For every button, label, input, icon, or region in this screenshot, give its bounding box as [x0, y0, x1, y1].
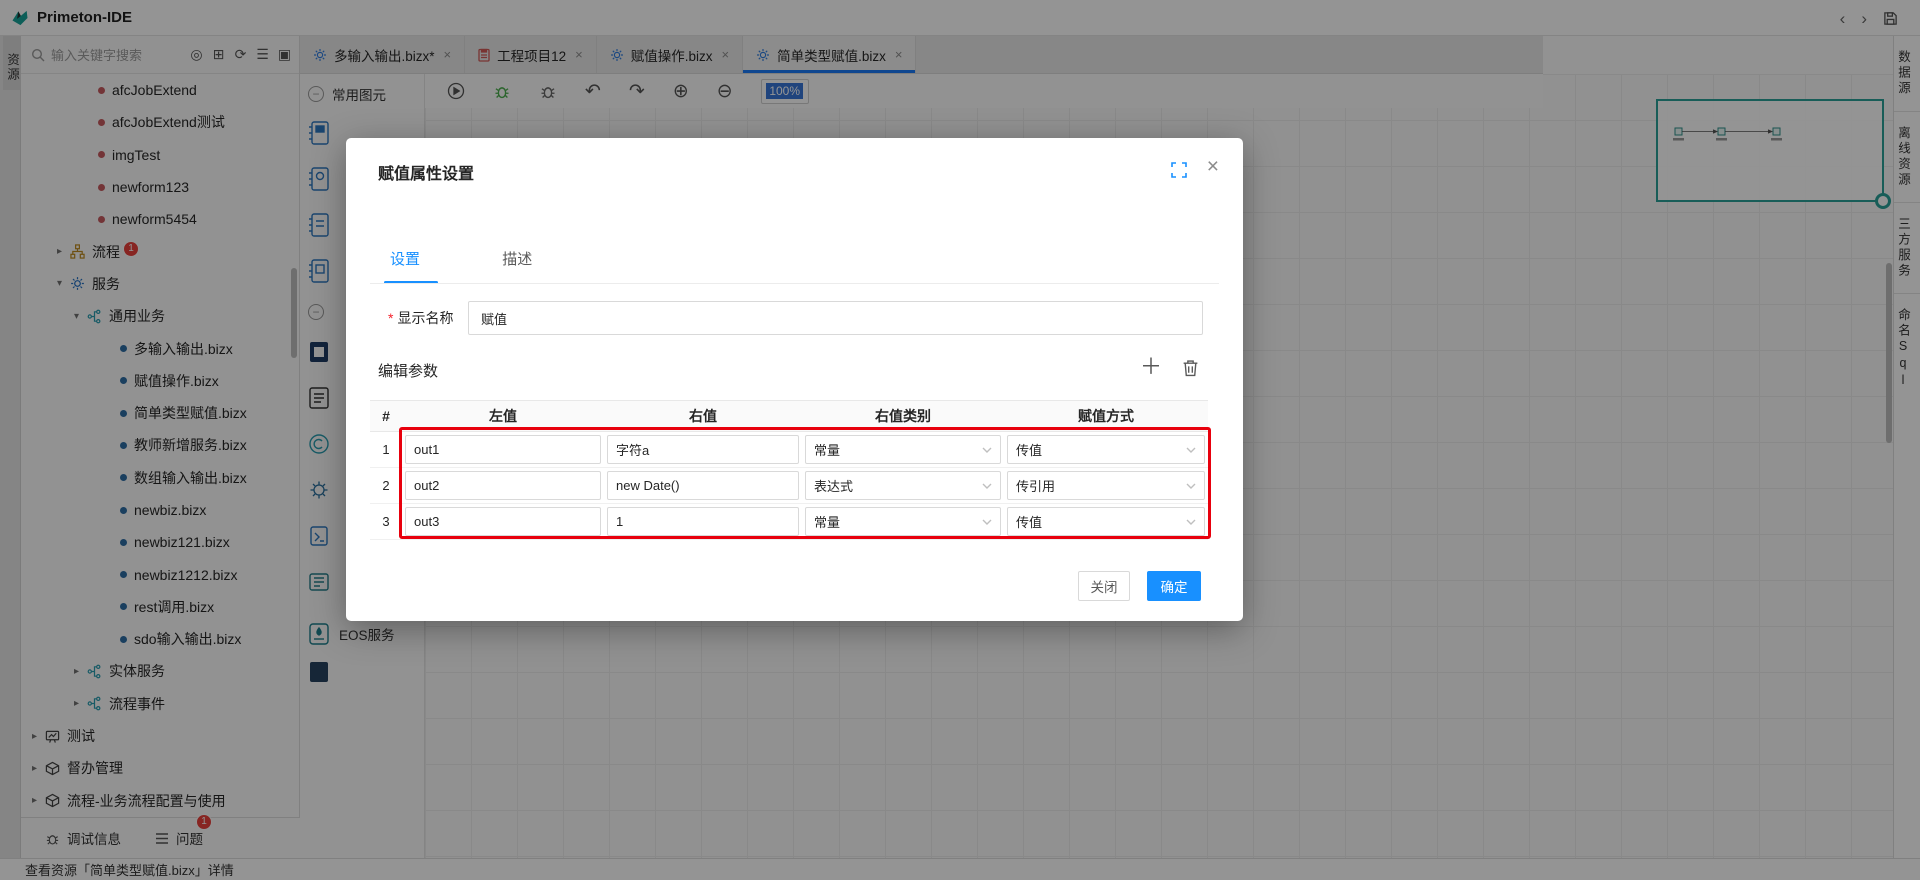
params-table-header: # 左值 右值 右值类别 赋值方式 [370, 400, 1208, 432]
right-value-input[interactable] [607, 435, 799, 464]
ok-button[interactable]: 确定 [1147, 571, 1201, 601]
close-button[interactable]: 关闭 [1078, 571, 1130, 601]
close-icon[interactable]: × [1207, 156, 1219, 177]
assign-mode-select[interactable]: 传值 [1007, 435, 1205, 464]
left-value-input[interactable] [405, 471, 601, 500]
left-value-input[interactable] [405, 435, 601, 464]
display-name-label: *显示名称 [388, 308, 453, 328]
right-type-select[interactable]: 常量 [805, 435, 1001, 464]
params-table: # 左值 右值 右值类别 赋值方式 1 常量 传值 2 表达式 传引用 3 常量… [370, 400, 1208, 540]
dialog-tab-description[interactable]: 描述 [502, 248, 532, 269]
params-table-row: 2 表达式 传引用 [370, 468, 1208, 504]
right-type-select[interactable]: 常量 [805, 507, 1001, 536]
params-table-row: 1 常量 传值 [370, 432, 1208, 468]
right-value-input[interactable] [607, 507, 799, 536]
display-name-input[interactable] [468, 301, 1203, 335]
assignment-properties-dialog: 赋值属性设置 × 设置 描述 *显示名称 编辑参数 ＋ # 左值 右值 右值类别… [346, 138, 1243, 621]
edit-params-label: 编辑参数 [378, 360, 438, 381]
delete-row-icon[interactable] [1182, 359, 1199, 377]
tab-divider [370, 283, 1219, 284]
assign-mode-select[interactable]: 传值 [1007, 507, 1205, 536]
required-mark: * [388, 310, 393, 326]
assign-mode-select[interactable]: 传引用 [1007, 471, 1205, 500]
fullscreen-icon[interactable] [1171, 162, 1187, 178]
left-value-input[interactable] [405, 507, 601, 536]
add-row-icon[interactable]: ＋ [1140, 356, 1162, 378]
right-type-select[interactable]: 表达式 [805, 471, 1001, 500]
params-table-row: 3 常量 传值 [370, 504, 1208, 540]
right-value-input[interactable] [607, 471, 799, 500]
dialog-tab-settings[interactable]: 设置 [390, 248, 420, 269]
dialog-title: 赋值属性设置 [378, 160, 474, 184]
